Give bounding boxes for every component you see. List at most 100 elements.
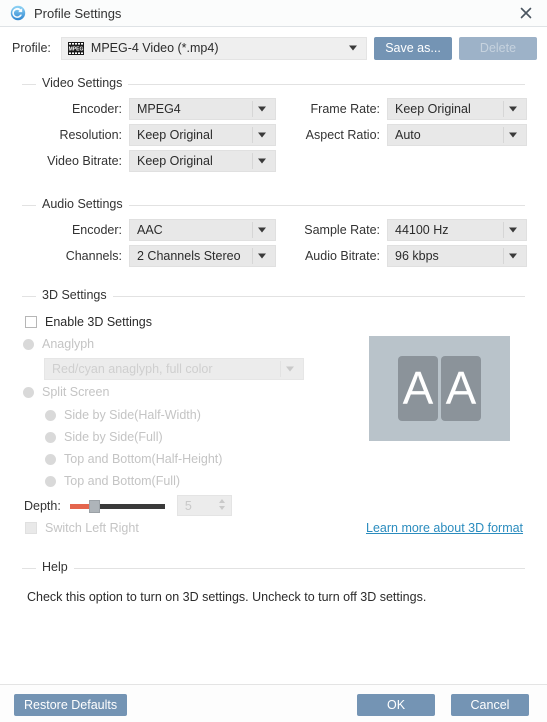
depth-value: 5: [184, 498, 192, 513]
ok-button[interactable]: OK: [357, 694, 435, 716]
field-aspect-ratio: Aspect Ratio: Auto: [290, 124, 527, 146]
field-video-bitrate: Video Bitrate: Keep Original: [22, 150, 276, 172]
audio-channels-select[interactable]: 2 Channels Stereo: [129, 245, 276, 267]
chevron-down-icon: [509, 227, 517, 233]
split-option-label: Side by Side(Half-Width): [64, 408, 201, 422]
preview-pane-left: A: [398, 356, 438, 421]
video-encoder-select[interactable]: MPEG4: [129, 98, 276, 120]
help-text: Check this option to turn on 3D settings…: [27, 590, 427, 604]
frame-rate-value: Keep Original: [395, 102, 471, 116]
window-title: Profile Settings: [34, 5, 122, 21]
close-icon[interactable]: [511, 0, 541, 26]
video-encoder-label: Encoder:: [71, 102, 122, 116]
audio-settings-title: Audio Settings: [36, 197, 129, 211]
stepper-down-icon: [218, 506, 225, 510]
split-screen-label: Split Screen: [42, 385, 110, 399]
aspect-ratio-label: Aspect Ratio:: [305, 128, 380, 142]
help-title: Help: [36, 560, 74, 574]
profile-label: Profile:: [12, 41, 51, 55]
anaglyph-radio-row: Anaglyph: [23, 337, 94, 351]
video-bitrate-label: Video Bitrate:: [47, 154, 122, 168]
chevron-down-icon: [258, 227, 266, 233]
audio-bitrate-value: 96 kbps: [395, 249, 439, 263]
field-frame-rate: Frame Rate: Keep Original: [290, 98, 527, 120]
chevron-down-icon: [286, 366, 294, 372]
frame-rate-select[interactable]: Keep Original: [387, 98, 527, 120]
title-bar: Profile Settings: [0, 0, 547, 27]
audio-bitrate-select[interactable]: 96 kbps: [387, 245, 527, 267]
audio-encoder-value: AAC: [137, 223, 163, 237]
restore-defaults-button[interactable]: Restore Defaults: [14, 694, 128, 716]
video-settings-title: Video Settings: [36, 76, 129, 90]
video-encoder-value: MPEG4: [137, 102, 181, 116]
split-option-label: Side by Side(Full): [64, 430, 163, 444]
mpeg-film-icon: MPEG: [67, 41, 84, 55]
footer-bar: Restore Defaults OK Cancel: [0, 685, 547, 722]
chevron-down-icon: [258, 253, 266, 259]
chevron-down-icon: [509, 132, 517, 138]
three-d-settings-title: 3D Settings: [36, 288, 113, 302]
video-resolution-value: Keep Original: [137, 128, 213, 142]
video-resolution-label: Resolution:: [59, 128, 122, 142]
sample-rate-select[interactable]: 44100 Hz: [387, 219, 527, 241]
switch-left-right-label: Switch Left Right: [45, 521, 139, 535]
radio-icon: [45, 431, 56, 443]
help-group: Help: [22, 560, 525, 574]
audio-settings-group: Audio Settings: [22, 197, 525, 211]
profile-select[interactable]: MPEG MPEG-4 Video (*.mp4): [60, 36, 367, 60]
aspect-ratio-select[interactable]: Auto: [387, 124, 527, 146]
depth-stepper: 5: [176, 495, 232, 516]
frame-rate-label: Frame Rate:: [310, 102, 380, 116]
three-d-preview-thumbnail: A A: [369, 336, 510, 441]
split-option-label: Top and Bottom(Full): [64, 474, 181, 488]
split-option-side-by-side-full: Side by Side(Full): [45, 430, 163, 444]
switch-left-right-row: Switch Left Right: [25, 521, 139, 535]
radio-icon: [45, 453, 56, 465]
depth-label: Depth:: [24, 498, 61, 513]
switch-left-right-checkbox: [25, 522, 37, 534]
split-option-top-bottom-full: Top and Bottom(Full): [45, 474, 180, 488]
video-resolution-select[interactable]: Keep Original: [129, 124, 276, 146]
audio-encoder-label: Encoder:: [71, 223, 122, 237]
chevron-down-icon: [258, 106, 266, 112]
radio-icon: [45, 409, 56, 421]
split-screen-radio-row: Split Screen: [23, 385, 109, 399]
field-anaglyph-type: Red/cyan anaglyph, full color: [44, 358, 304, 380]
cancel-button[interactable]: Cancel: [451, 694, 529, 716]
slider-handle[interactable]: [88, 499, 100, 513]
aspect-ratio-value: Auto: [395, 128, 421, 142]
chevron-down-icon: [258, 132, 266, 138]
chevron-down-icon: [258, 158, 266, 164]
enable-3d-checkbox[interactable]: [25, 316, 37, 328]
field-sample-rate: Sample Rate: 44100 Hz: [290, 219, 527, 241]
anaglyph-label: Anaglyph: [42, 337, 95, 351]
slider-track-remaining: [91, 503, 165, 509]
anaglyph-type-value: Red/cyan anaglyph, full color: [52, 362, 213, 376]
save-as-button[interactable]: Save as...: [374, 36, 452, 60]
field-audio-bitrate: Audio Bitrate: 96 kbps: [290, 245, 527, 267]
depth-slider[interactable]: [69, 499, 165, 513]
audio-bitrate-label: Audio Bitrate:: [304, 249, 380, 263]
chevron-down-icon: [349, 45, 357, 51]
learn-more-3d-link[interactable]: Learn more about 3D format: [366, 521, 523, 535]
radio-icon: [45, 475, 56, 487]
convert-circular-arrow-icon: [10, 5, 26, 21]
delete-button: Delete: [459, 36, 537, 60]
enable-3d-checkbox-row[interactable]: Enable 3D Settings: [25, 315, 152, 329]
audio-encoder-select[interactable]: AAC: [129, 219, 276, 241]
chevron-down-icon: [509, 253, 517, 259]
preview-pane-right: A: [441, 356, 481, 421]
audio-channels-value: 2 Channels Stereo: [137, 249, 241, 263]
stepper-arrows-icon: [218, 499, 225, 510]
enable-3d-label: Enable 3D Settings: [45, 315, 153, 329]
profile-value: MPEG-4 Video (*.mp4): [90, 41, 219, 55]
chevron-down-icon: [509, 106, 517, 112]
field-audio-encoder: Encoder: AAC: [22, 219, 276, 241]
video-bitrate-select[interactable]: Keep Original: [129, 150, 276, 172]
field-video-resolution: Resolution: Keep Original: [22, 124, 276, 146]
sample-rate-value: 44100 Hz: [395, 223, 449, 237]
audio-channels-label: Channels:: [65, 249, 122, 263]
sample-rate-label: Sample Rate:: [304, 223, 380, 237]
field-audio-channels: Channels: 2 Channels Stereo: [22, 245, 276, 267]
split-option-label: Top and Bottom(Half-Height): [64, 452, 223, 466]
